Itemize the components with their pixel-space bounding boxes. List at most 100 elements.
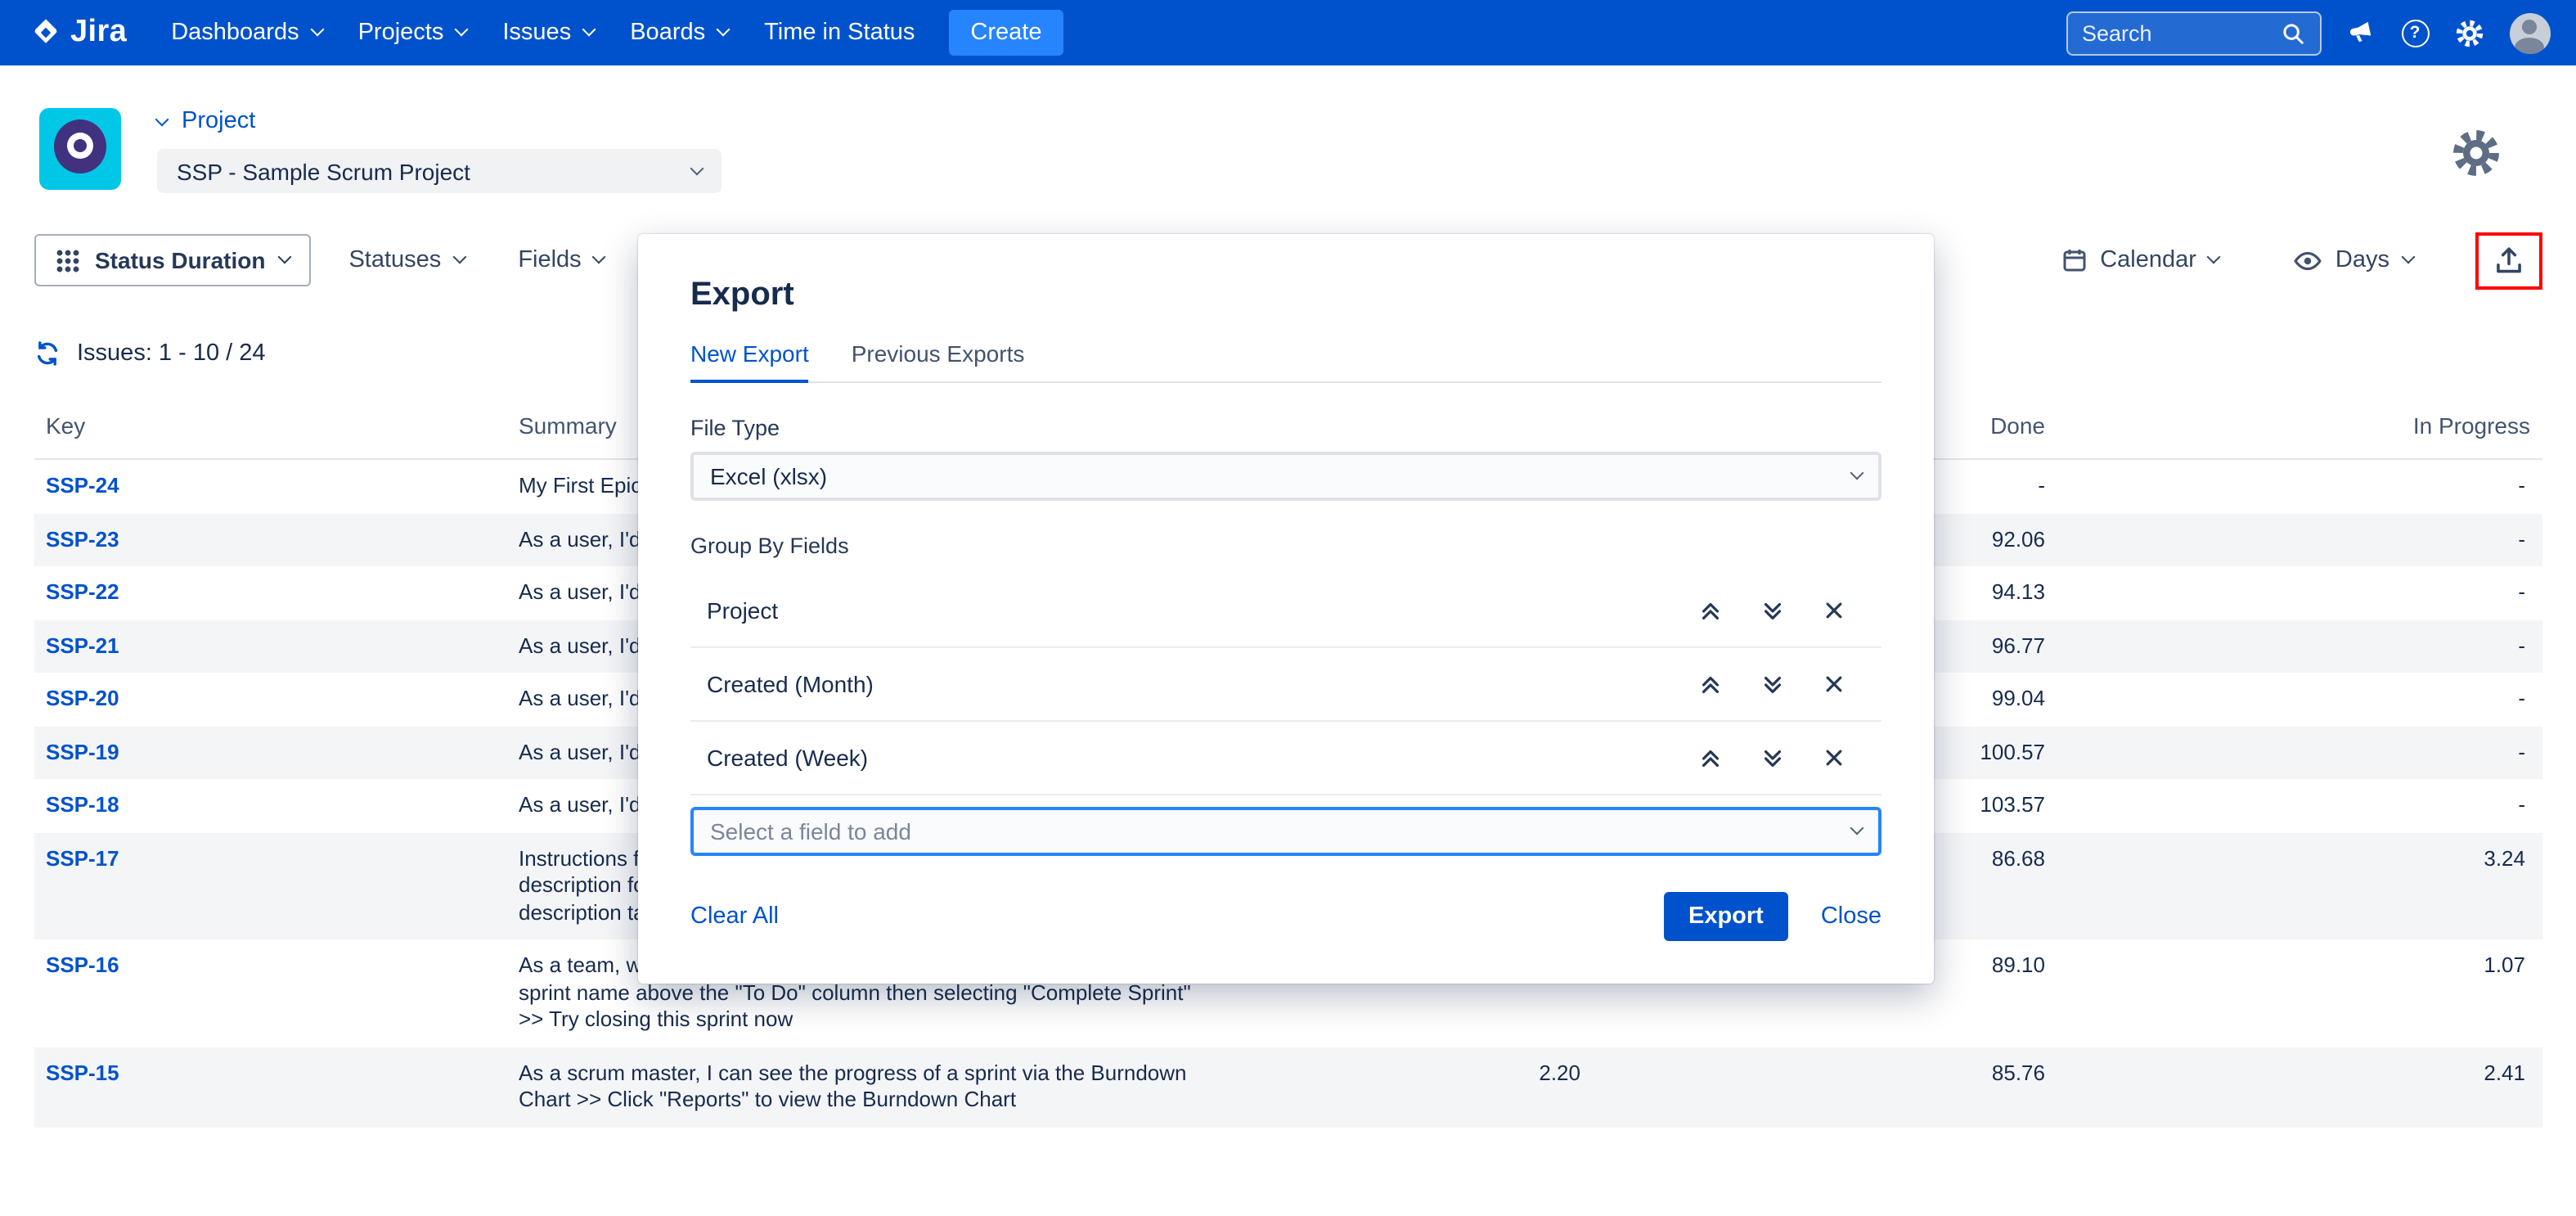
statuses-dropdown[interactable]: Statuses [332, 236, 480, 285]
settings-gear-icon[interactable] [2453, 17, 2484, 48]
nav-menu-item[interactable]: Projects [340, 8, 485, 57]
project-meta: Project SSP - Sample Scrum Project [157, 108, 722, 193]
chevron-down-icon [690, 161, 704, 175]
issue-key-link[interactable]: SSP-24 [34, 473, 507, 500]
chevron-down-icon [2401, 250, 2415, 264]
issue-key-link[interactable]: SSP-21 [34, 633, 507, 660]
issue-summary: As a scrum master, I can see the progres… [507, 1060, 1196, 1114]
tab-new-export[interactable]: New Export [690, 340, 809, 381]
issue-key-link[interactable]: SSP-18 [34, 792, 507, 819]
project-select[interactable]: SSP - Sample Scrum Project [157, 149, 722, 193]
nav-search[interactable] [2066, 11, 2321, 55]
group-by-field-row: Created (Month) [690, 648, 1881, 722]
calendar-dropdown[interactable]: Calendar [2044, 236, 2236, 285]
issue-key-link[interactable]: SSP-16 [34, 953, 507, 980]
fields-label: Fields [518, 247, 581, 273]
group-by-field-row: Created (Week) [690, 722, 1881, 795]
days-label: Days [2335, 247, 2389, 273]
export-submit-button[interactable]: Export [1664, 892, 1788, 941]
units-dropdown[interactable]: Days [2278, 235, 2429, 286]
issue-key-link[interactable]: SSP-20 [34, 686, 507, 713]
chevron-down-icon [1850, 822, 1864, 835]
group-by-label: Group By Fields [690, 534, 1881, 558]
issue-key-link[interactable]: SSP-17 [34, 845, 507, 872]
issue-key-link[interactable]: SSP-15 [34, 1060, 507, 1087]
issue-inprogress-value: - [2057, 473, 2542, 500]
chevron-down-icon [582, 23, 596, 37]
modal-footer: Clear All Export Close [690, 892, 1881, 941]
add-field-select[interactable]: Select a field to add [690, 807, 1881, 856]
move-down-button[interactable] [1760, 672, 1785, 696]
group-by-field-name: Created (Week) [707, 745, 1698, 771]
tab-previous-exports[interactable]: Previous Exports [852, 340, 1025, 381]
top-navigation: Jira Dashboards Projects Issues Boards T… [0, 0, 2576, 65]
group-by-field-name: Project [707, 597, 1698, 624]
issue-key-link[interactable]: SSP-23 [34, 526, 507, 553]
double-chevron-up-icon [1698, 598, 1723, 623]
status-duration-button[interactable]: Status Duration [34, 234, 311, 286]
status-duration-label: Status Duration [95, 247, 265, 273]
search-icon [2280, 20, 2304, 45]
nav-menu-item[interactable]: Boards [612, 8, 746, 57]
chevron-down-icon [2207, 250, 2221, 264]
chevron-down-icon [278, 250, 292, 264]
nav-right-cluster: ? [2066, 11, 2550, 55]
remove-field-button[interactable] [1823, 599, 1845, 622]
clear-all-link[interactable]: Clear All [690, 903, 779, 930]
issue-inprogress-value: - [2057, 792, 2542, 819]
modal-footer-actions: Export Close [1664, 892, 1881, 941]
nav-item-label: Issues [502, 20, 571, 46]
project-avatar [39, 108, 121, 190]
project-avatar-eye [67, 133, 93, 159]
calendar-label: Calendar [2100, 247, 2196, 273]
issue-inprogress-value: - [2057, 686, 2542, 713]
remove-field-button[interactable] [1823, 673, 1845, 696]
remove-field-button[interactable] [1823, 746, 1845, 769]
file-type-label: File Type [690, 416, 1881, 440]
issue-inprogress-value: 1.07 [2057, 953, 2542, 980]
project-section-toggle[interactable]: Project [157, 108, 722, 134]
nav-menu-item[interactable]: Dashboards [153, 8, 339, 57]
nav-menu: Dashboards Projects Issues Boards Time i… [153, 8, 933, 57]
group-by-field-name: Created (Month) [707, 671, 1698, 697]
fields-dropdown[interactable]: Fields [501, 236, 620, 285]
page-settings-gear-icon[interactable] [2450, 128, 2501, 178]
create-button[interactable]: Create [949, 10, 1063, 56]
close-icon [1823, 746, 1845, 769]
feedback-megaphone-icon[interactable] [2345, 17, 2376, 48]
move-up-button[interactable] [1698, 598, 1723, 623]
jira-logo-text: Jira [70, 15, 127, 51]
nav-item-label: Dashboards [171, 20, 299, 46]
modal-tabs: New Export Previous Exports [690, 340, 1881, 383]
user-avatar[interactable] [2509, 12, 2550, 53]
close-modal-link[interactable]: Close [1821, 903, 1881, 930]
move-down-button[interactable] [1760, 745, 1785, 770]
move-up-button[interactable] [1698, 672, 1723, 696]
help-icon[interactable]: ? [2401, 19, 2429, 47]
group-by-field-actions [1698, 598, 1845, 623]
nav-menu-item[interactable]: Issues [484, 8, 612, 57]
issue-key-link[interactable]: SSP-22 [34, 579, 507, 606]
double-chevron-down-icon [1760, 672, 1785, 696]
column-header-key[interactable]: Key [34, 412, 507, 439]
issue-inprogress-value: 3.24 [2057, 845, 2542, 872]
export-modal: Export New Export Previous Exports File … [638, 234, 1934, 984]
nav-menu-item[interactable]: Time in Status [746, 8, 933, 57]
move-up-button[interactable] [1698, 745, 1723, 770]
issue-key-link[interactable]: SSP-19 [34, 739, 507, 766]
jira-logo[interactable]: Jira [29, 15, 127, 51]
move-down-button[interactable] [1760, 598, 1785, 623]
file-type-select[interactable]: Excel (xlsx) [690, 452, 1881, 501]
column-header-in-progress[interactable]: In Progress [2057, 412, 2542, 439]
nav-item-label: Time in Status [764, 20, 915, 46]
table-row[interactable]: SSP-15 As a scrum master, I can see the … [34, 1047, 2542, 1127]
calendar-icon [2061, 247, 2087, 273]
export-button[interactable] [2475, 232, 2542, 289]
chevron-down-icon [455, 23, 469, 37]
group-by-field-actions [1698, 745, 1845, 770]
file-type-value: Excel (xlsx) [710, 463, 827, 489]
refresh-icon[interactable] [34, 340, 61, 367]
double-chevron-up-icon [1698, 745, 1723, 770]
search-input[interactable] [2082, 20, 2270, 45]
double-chevron-down-icon [1760, 745, 1785, 770]
